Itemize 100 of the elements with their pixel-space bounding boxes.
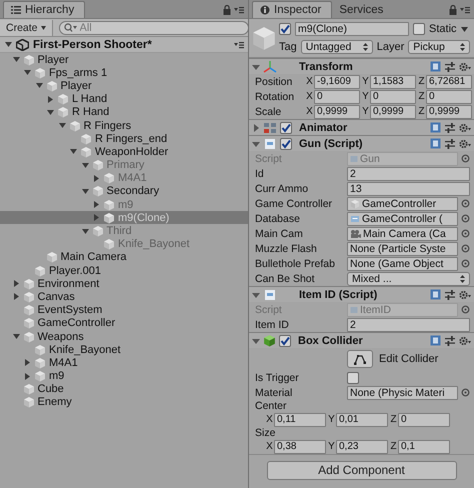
tree-item[interactable]: M4A1 bbox=[0, 356, 248, 370]
number-field[interactable]: 0 bbox=[314, 90, 360, 104]
gear-icon[interactable] bbox=[459, 290, 471, 300]
menu-icon[interactable] bbox=[234, 6, 244, 14]
scene-header[interactable]: First-Person Shooter* bbox=[0, 37, 248, 53]
expanded-arrow-icon[interactable] bbox=[252, 140, 260, 148]
tree-item[interactable]: Player bbox=[0, 53, 248, 66]
expanded-arrow-icon[interactable] bbox=[58, 121, 66, 130]
collapsed-arrow-icon[interactable] bbox=[92, 213, 101, 222]
tree-item[interactable]: Cube bbox=[0, 382, 248, 396]
text-field[interactable]: 13 bbox=[347, 182, 470, 196]
tree-item[interactable]: GameController bbox=[0, 316, 248, 330]
expanded-arrow-icon[interactable] bbox=[46, 108, 55, 117]
edit-collider-button[interactable] bbox=[347, 350, 373, 368]
component-header[interactable]: Gun (Script) bbox=[249, 135, 474, 151]
tree-item[interactable]: R Hand bbox=[0, 106, 248, 119]
enabled-checkbox[interactable] bbox=[280, 138, 292, 150]
object-field[interactable]: Main Camera (Ca bbox=[347, 226, 458, 240]
number-field[interactable]: -9,1609 bbox=[314, 74, 360, 88]
tree-item[interactable]: Weapons bbox=[0, 330, 248, 344]
gear-icon[interactable] bbox=[459, 336, 471, 346]
collapsed-arrow-icon[interactable] bbox=[12, 292, 20, 302]
sliders-icon[interactable] bbox=[445, 138, 455, 148]
number-field[interactable]: 0,38 bbox=[274, 440, 326, 454]
number-field[interactable]: 0 bbox=[398, 412, 450, 426]
tree-item[interactable]: L Hand bbox=[0, 92, 248, 106]
add-component-button[interactable]: Add Component bbox=[266, 460, 456, 480]
enabled-checkbox[interactable] bbox=[279, 334, 291, 346]
expanded-arrow-icon[interactable] bbox=[34, 81, 44, 90]
dropdown[interactable]: Mixed ... bbox=[347, 272, 470, 286]
create-button[interactable]: Create bbox=[0, 20, 53, 36]
tree-item[interactable]: m9 bbox=[0, 370, 248, 383]
number-field[interactable]: 0 bbox=[426, 90, 472, 104]
collapsed-arrow-icon[interactable] bbox=[23, 372, 32, 381]
enabled-checkbox[interactable] bbox=[280, 122, 292, 134]
object-picker-icon[interactable] bbox=[461, 388, 470, 397]
component-header[interactable]: Item ID (Script) bbox=[249, 286, 474, 302]
inspector-tab[interactable]: Services bbox=[332, 2, 394, 18]
tree-item[interactable]: Enemy bbox=[0, 396, 248, 410]
inspector-tab[interactable]: Inspector bbox=[252, 1, 332, 18]
collapsed-arrow-icon[interactable] bbox=[23, 358, 32, 368]
text-field[interactable]: 2 bbox=[347, 166, 470, 180]
collapsed-arrow-icon[interactable] bbox=[92, 174, 101, 183]
collapsed-arrow-icon[interactable] bbox=[12, 279, 20, 288]
expanded-arrow-icon[interactable] bbox=[4, 40, 13, 49]
expanded-arrow-icon[interactable] bbox=[23, 68, 32, 78]
tree-item[interactable]: Knife_Bayonet bbox=[0, 343, 248, 356]
layer-dropdown[interactable]: Pickup bbox=[408, 40, 470, 54]
component-header[interactable]: Animator bbox=[249, 119, 474, 135]
sliders-icon[interactable] bbox=[445, 62, 455, 72]
tree-item[interactable]: R Fingers bbox=[0, 118, 248, 132]
caret-icon[interactable] bbox=[460, 26, 468, 32]
tree-item[interactable]: Player.001 bbox=[0, 264, 248, 278]
text-field[interactable]: 2 bbox=[347, 318, 470, 332]
collapsed-arrow-icon[interactable] bbox=[92, 200, 101, 210]
hierarchy-tab[interactable]: Hierarchy bbox=[3, 1, 86, 18]
expanded-arrow-icon[interactable] bbox=[12, 55, 20, 64]
expanded-arrow-icon[interactable] bbox=[80, 226, 90, 236]
object-field[interactable]: None (Physic Materi bbox=[347, 386, 458, 400]
number-field[interactable]: 0,1 bbox=[398, 440, 450, 454]
lock-icon[interactable] bbox=[223, 4, 231, 14]
object-field[interactable]: None (Particle Syste bbox=[347, 242, 458, 256]
number-field[interactable]: 0,01 bbox=[336, 412, 388, 426]
active-checkbox[interactable] bbox=[279, 23, 291, 35]
tree-item[interactable]: Secondary bbox=[0, 184, 248, 198]
lock-icon[interactable] bbox=[449, 4, 457, 14]
gear-icon[interactable] bbox=[459, 138, 471, 148]
collapsed-arrow-icon[interactable] bbox=[46, 94, 55, 104]
expanded-arrow-icon[interactable] bbox=[252, 336, 260, 344]
static-checkbox[interactable] bbox=[413, 23, 425, 35]
object-picker-icon[interactable] bbox=[461, 154, 470, 163]
number-field[interactable]: 0,11 bbox=[274, 412, 326, 426]
component-header[interactable]: Box Collider bbox=[249, 332, 474, 348]
number-field[interactable]: 0,23 bbox=[336, 440, 388, 454]
sliders-icon[interactable] bbox=[445, 290, 455, 300]
menu-icon[interactable] bbox=[234, 40, 244, 48]
tree-item[interactable]: Player bbox=[0, 79, 248, 93]
expanded-arrow-icon[interactable] bbox=[252, 290, 260, 298]
object-field[interactable]: GameController bbox=[347, 196, 458, 210]
number-field[interactable]: 1,1583 bbox=[370, 74, 416, 88]
expanded-arrow-icon[interactable] bbox=[252, 62, 260, 70]
object-picker-icon[interactable] bbox=[461, 305, 470, 314]
tree-item[interactable]: R Fingers_end bbox=[0, 132, 248, 146]
tree-item[interactable]: WeaponHolder bbox=[0, 145, 248, 158]
object-field[interactable]: None (Game Object bbox=[347, 256, 458, 270]
number-field[interactable]: 0,9999 bbox=[314, 104, 360, 118]
expanded-arrow-icon[interactable] bbox=[12, 332, 20, 342]
tree-item[interactable]: Environment bbox=[0, 277, 248, 290]
number-field[interactable]: 0 bbox=[370, 90, 416, 104]
number-field[interactable]: 0,9999 bbox=[370, 104, 416, 118]
collapsed-arrow-icon[interactable] bbox=[252, 124, 260, 132]
checkbox[interactable] bbox=[347, 372, 359, 384]
number-field[interactable]: 0,9999 bbox=[426, 104, 472, 118]
tree-item[interactable]: Fps_arms 1 bbox=[0, 66, 248, 80]
gear-icon[interactable] bbox=[459, 62, 471, 72]
object-field[interactable]: GameController ( bbox=[347, 212, 458, 226]
expanded-arrow-icon[interactable] bbox=[80, 160, 90, 170]
sliders-icon[interactable] bbox=[445, 336, 455, 346]
menu-icon[interactable] bbox=[460, 6, 470, 14]
tag-dropdown[interactable]: Untagged bbox=[300, 40, 373, 54]
